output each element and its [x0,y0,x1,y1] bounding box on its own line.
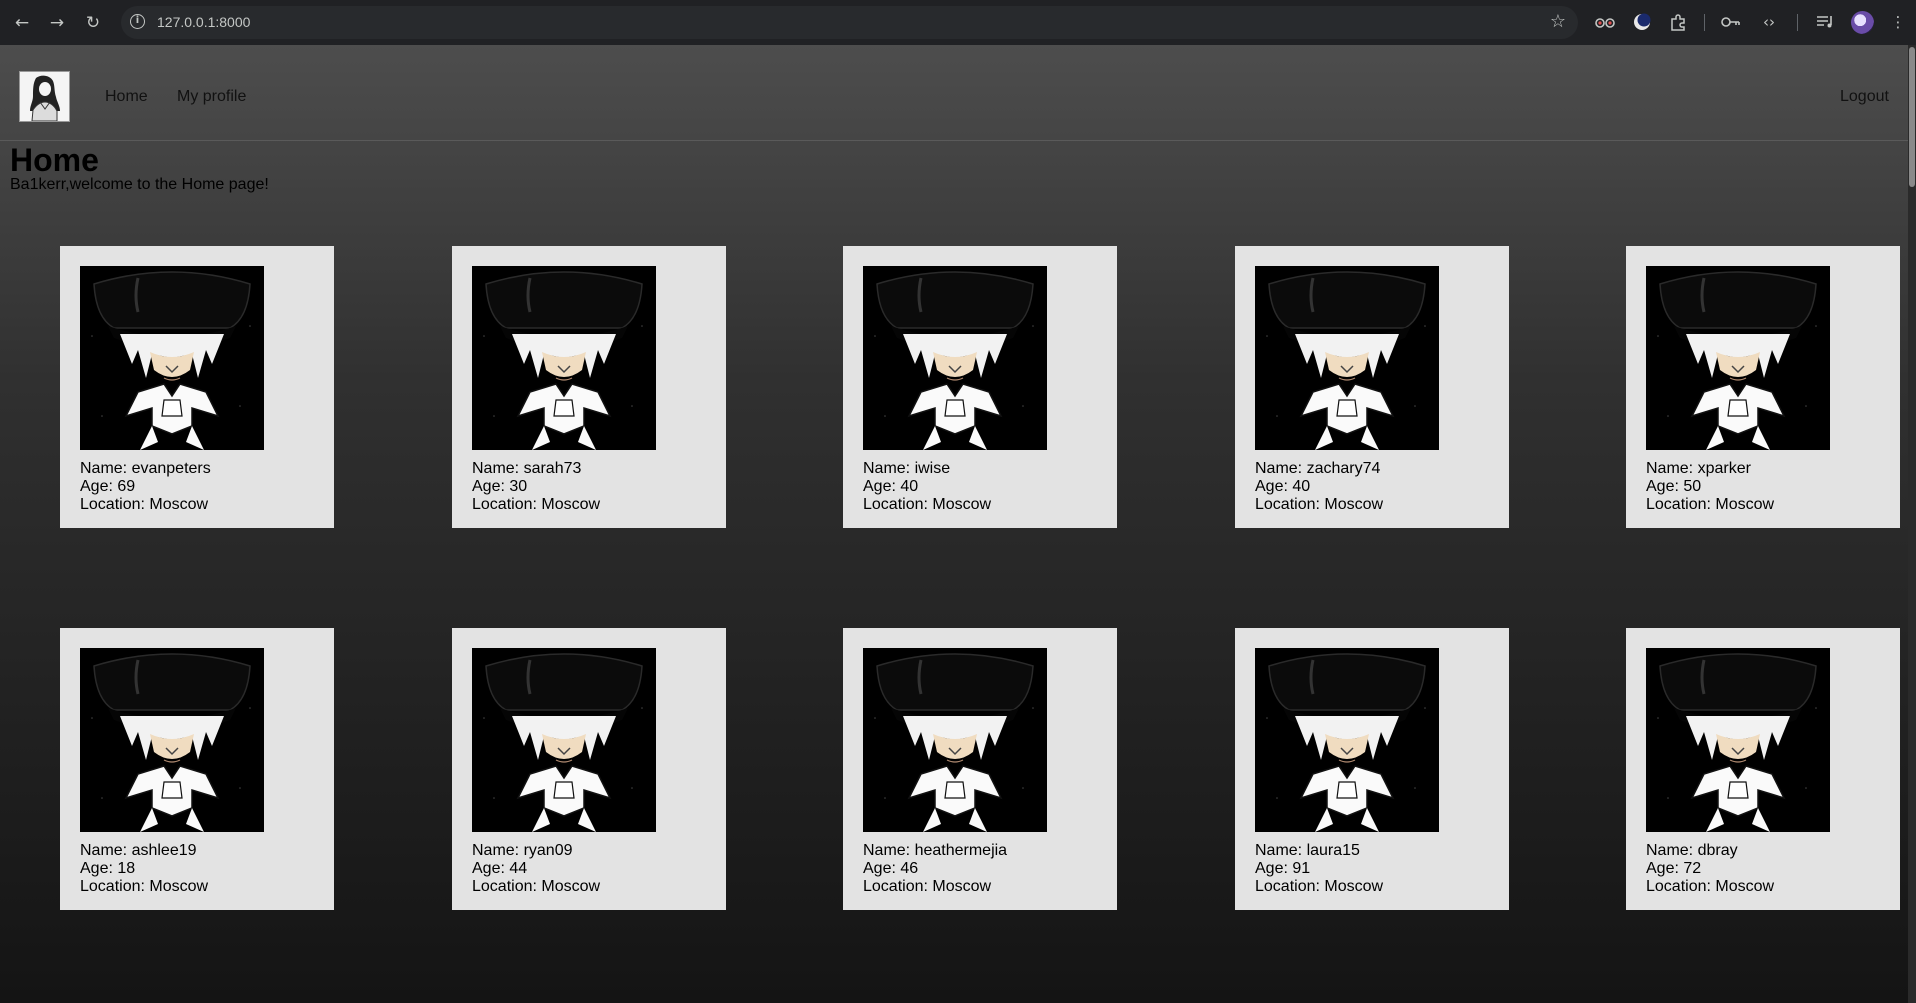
user-location-text: Location: Moscow [80,878,209,895]
reload-icon[interactable]: ↻ [80,10,106,36]
browser-toolbar: ← → ↻ i 127.0.0.1:8000 ☆ ‹› ⋮ [0,0,1916,45]
user-avatar-image [472,648,656,832]
media-playlist-icon[interactable] [1814,11,1836,33]
user-age-text: Age: 69 [80,478,136,495]
user-location-text: Location: Moscow [863,878,992,895]
site-navbar: Home My profile Logout [0,45,1908,141]
scrollbar[interactable] [1908,45,1916,1003]
user-avatar-image [80,648,264,832]
user-location-text: Location: Moscow [472,496,601,513]
user-avatar-image [1255,266,1439,450]
page-body: Home My profile Logout Home Ba1kerr,welc… [0,45,1908,1003]
back-icon[interactable]: ← [9,10,35,36]
toolbar-divider [1704,14,1705,31]
user-name-text: Name: evanpeters [80,460,211,477]
user-card[interactable]: Name: evanpeters Age: 69 Location: Moscow [60,246,334,528]
extension-dark-mode-icon[interactable] [1631,11,1653,33]
scrollbar-thumb[interactable] [1909,47,1915,187]
user-card[interactable]: Name: sarah73 Age: 30 Location: Moscow [452,246,726,528]
user-card[interactable]: Name: dbray Age: 72 Location: Moscow [1626,628,1900,910]
user-age-text: Age: 72 [1646,860,1702,877]
user-card[interactable]: Name: laura15 Age: 91 Location: Moscow [1235,628,1509,910]
user-location-text: Location: Moscow [1255,878,1384,895]
user-location-text: Location: Moscow [1255,496,1384,513]
user-name-text: Name: dbray [1646,842,1738,859]
nav-home-link[interactable]: Home [105,88,148,106]
user-location-text: Location: Moscow [863,496,992,513]
site-info-icon[interactable]: i [130,14,145,29]
user-name-text: Name: sarah73 [472,460,582,477]
user-location-text: Location: Moscow [1646,878,1775,895]
user-card[interactable]: Name: iwise Age: 40 Location: Moscow [843,246,1117,528]
user-age-text: Age: 50 [1646,478,1702,495]
user-age-text: Age: 46 [863,860,919,877]
nav-my-profile-link[interactable]: My profile [177,88,246,106]
user-avatar-image [863,266,1047,450]
user-name-text: Name: laura15 [1255,842,1360,859]
user-age-text: Age: 44 [472,860,528,877]
user-name-text: Name: heathermejia [863,842,1008,859]
extensions-puzzle-icon[interactable] [1667,11,1689,33]
password-key-icon[interactable] [1720,11,1742,33]
page-title: Home [10,142,99,178]
user-location-text: Location: Moscow [1646,496,1775,513]
profile-avatar-icon[interactable] [1851,11,1874,34]
address-bar[interactable]: i 127.0.0.1:8000 ☆ [121,6,1578,39]
forward-icon[interactable]: → [44,10,70,36]
user-card[interactable]: Name: ryan09 Age: 44 Location: Moscow [452,628,726,910]
user-avatar-image [1646,266,1830,450]
user-age-text: Age: 30 [472,478,528,495]
user-location-text: Location: Moscow [472,878,601,895]
user-name-text: Name: ryan09 [472,842,573,859]
devtools-code-icon[interactable]: ‹› [1758,11,1780,33]
welcome-message: Ba1kerr,welcome to the Home page! [10,176,269,193]
user-age-text: Age: 18 [80,860,136,877]
bookmark-star-icon[interactable]: ☆ [1550,11,1566,32]
user-avatar-image [1255,648,1439,832]
user-avatar-image [863,648,1047,832]
user-card[interactable]: Name: xparker Age: 50 Location: Moscow [1626,246,1900,528]
user-card[interactable]: Name: ashlee19 Age: 18 Location: Moscow [60,628,334,910]
user-name-text: Name: xparker [1646,460,1751,477]
user-card[interactable]: Name: heathermejia Age: 46 Location: Mosco… [843,628,1117,910]
extension-glasses-icon[interactable] [1594,11,1616,33]
user-age-text: Age: 40 [863,478,919,495]
user-avatar-image [80,266,264,450]
toolbar-divider-2 [1797,14,1798,31]
user-avatar-image [1646,648,1830,832]
user-location-text: Location: Moscow [80,496,209,513]
user-age-text: Age: 91 [1255,860,1311,877]
user-name-text: Name: zachary74 [1255,460,1381,477]
user-avatar-image [472,266,656,450]
address-url[interactable]: 127.0.0.1:8000 [157,14,250,30]
user-age-text: Age: 40 [1255,478,1311,495]
site-logo[interactable] [19,71,70,122]
user-card[interactable]: Name: zachary74 Age: 40 Location: Moscow [1235,246,1509,528]
user-name-text: Name: iwise [863,460,951,477]
user-name-text: Name: ashlee19 [80,842,197,859]
menu-kebab-icon[interactable]: ⋮ [1887,11,1909,33]
logout-link[interactable]: Logout [1840,88,1889,106]
